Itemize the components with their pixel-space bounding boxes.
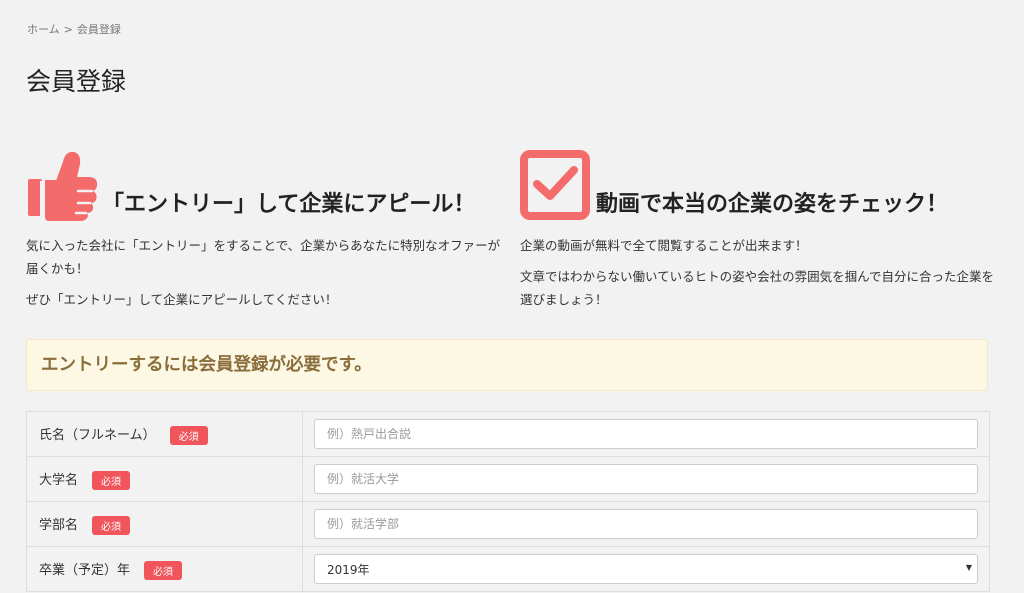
full-name-input[interactable] [314, 419, 978, 449]
graduation-year-select[interactable]: 2019年 ▼ [314, 554, 978, 584]
faculty-label: 学部名 [39, 517, 79, 533]
required-badge: 必須 [92, 515, 131, 535]
form-row-faculty: 学部名 必須 [26, 501, 990, 547]
page-title: 会員登録 [26, 67, 127, 96]
checkbox-icon [520, 150, 590, 220]
registration-form: 氏名（フルネーム）必須 大学名必須 学部名必須 卒業（予定）年必須 2019年 … [26, 411, 990, 592]
required-badge: 必須 [144, 560, 183, 580]
breadcrumb-separator: > [63, 23, 73, 36]
feature-title: 動画で本当の企業の姿をチェック！ [596, 192, 949, 217]
feature-description: 文章ではわからない働いているヒトの姿や会社の雰囲気を掴んで自分に合った企業を選び… [520, 269, 995, 307]
thumbs-up-icon [28, 151, 98, 221]
form-row-graduation-year: 卒業（予定）年 必須 2019年 ▼ [26, 546, 990, 592]
university-label: 大学名 [39, 472, 79, 488]
graduation-year-value: 2019年 [314, 554, 978, 584]
required-badge: 必須 [92, 470, 131, 490]
feature-title: 「エントリー」して企業にアピール！ [102, 192, 476, 217]
breadcrumb-current: 会員登録 [76, 23, 121, 36]
graduation-year-label: 卒業（予定）年 [39, 562, 131, 578]
feature-description: 企業の動画が無料で全て閲覧することが出来ます！ [520, 238, 808, 253]
feature-entry: 「エントリー」して企業にアピール！ 気に入った会社に「エントリー」をすることで、… [26, 148, 506, 311]
university-input[interactable] [314, 464, 978, 494]
form-row-university: 大学名 必須 [26, 456, 990, 502]
feature-description: 気に入った会社に「エントリー」をすることで、企業からあなたに特別なオファーが届く… [26, 238, 501, 276]
form-row-full-name: 氏名（フルネーム） 必須 [26, 411, 990, 457]
caret-down-icon: ▼ [965, 563, 972, 572]
feature-video: 動画で本当の企業の姿をチェック！ 企業の動画が無料で全て閲覧することが出来ます！… [520, 148, 1000, 311]
required-badge: 必須 [169, 425, 208, 445]
breadcrumb: ホーム > 会員登録 [27, 21, 121, 37]
feature-description: ぜひ「エントリー」して企業にアピールしてください！ [26, 292, 338, 307]
breadcrumb-home-link[interactable]: ホーム [27, 23, 60, 36]
faculty-input[interactable] [314, 509, 978, 539]
full-name-label: 氏名（フルネーム） [39, 427, 156, 443]
registration-notice: エントリーするには会員登録が必要です。 [26, 339, 988, 391]
